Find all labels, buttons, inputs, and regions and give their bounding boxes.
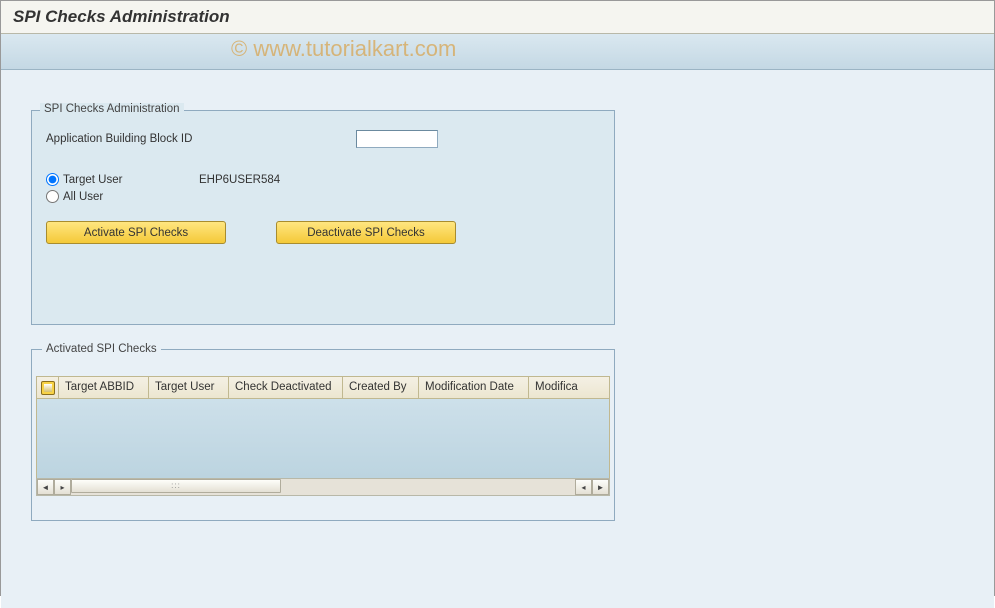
app-block-row: Application Building Block ID xyxy=(46,129,600,149)
app-block-label: Application Building Block ID xyxy=(46,133,356,145)
scroll-track[interactable] xyxy=(71,479,575,495)
all-user-label: All User xyxy=(63,191,199,203)
target-user-row: Target User EHP6USER584 xyxy=(46,173,600,186)
target-user-radio[interactable] xyxy=(46,173,59,186)
scroll-step-right-button[interactable]: ◂ xyxy=(575,479,592,495)
spi-admin-group: SPI Checks Administration Application Bu… xyxy=(31,110,615,325)
h-scrollbar: ◄ ▸ ◂ ► xyxy=(36,478,610,496)
all-user-row: All User xyxy=(46,190,600,203)
col-created-by[interactable]: Created By xyxy=(343,377,419,398)
toolbar-strip xyxy=(1,34,994,70)
scroll-left-button[interactable]: ◄ xyxy=(37,479,54,495)
all-user-radio[interactable] xyxy=(46,190,59,203)
deactivate-button[interactable]: Deactivate SPI Checks xyxy=(276,221,456,244)
target-user-value: EHP6USER584 xyxy=(199,174,280,186)
table-wrap: Target ABBID Target User Check Deactivat… xyxy=(36,376,610,496)
title-bar: SPI Checks Administration xyxy=(1,1,994,34)
col-modification-partial[interactable]: Modifica xyxy=(529,377,585,398)
activate-button[interactable]: Activate SPI Checks xyxy=(46,221,226,244)
spi-admin-group-title: SPI Checks Administration xyxy=(40,103,184,115)
col-modification-date[interactable]: Modification Date xyxy=(419,377,529,398)
col-check-deactivated[interactable]: Check Deactivated xyxy=(229,377,343,398)
page-title: SPI Checks Administration xyxy=(13,7,982,27)
content-area: SPI Checks Administration Application Bu… xyxy=(1,70,994,608)
scroll-step-left-button[interactable]: ▸ xyxy=(54,479,71,495)
app-block-input[interactable] xyxy=(356,130,438,148)
table-header: Target ABBID Target User Check Deactivat… xyxy=(36,376,610,399)
select-all-icon xyxy=(41,381,55,395)
button-row: Activate SPI Checks Deactivate SPI Check… xyxy=(46,221,600,244)
activated-group-title: Activated SPI Checks xyxy=(42,343,161,355)
select-all-cell[interactable] xyxy=(37,377,59,398)
target-user-label: Target User xyxy=(63,174,199,186)
col-target-abbid[interactable]: Target ABBID xyxy=(59,377,149,398)
table-body[interactable] xyxy=(36,399,610,478)
activated-group: Activated SPI Checks Target ABBID Target… xyxy=(31,349,615,521)
scroll-right-button[interactable]: ► xyxy=(592,479,609,495)
scroll-thumb[interactable] xyxy=(71,479,281,493)
col-target-user[interactable]: Target User xyxy=(149,377,229,398)
